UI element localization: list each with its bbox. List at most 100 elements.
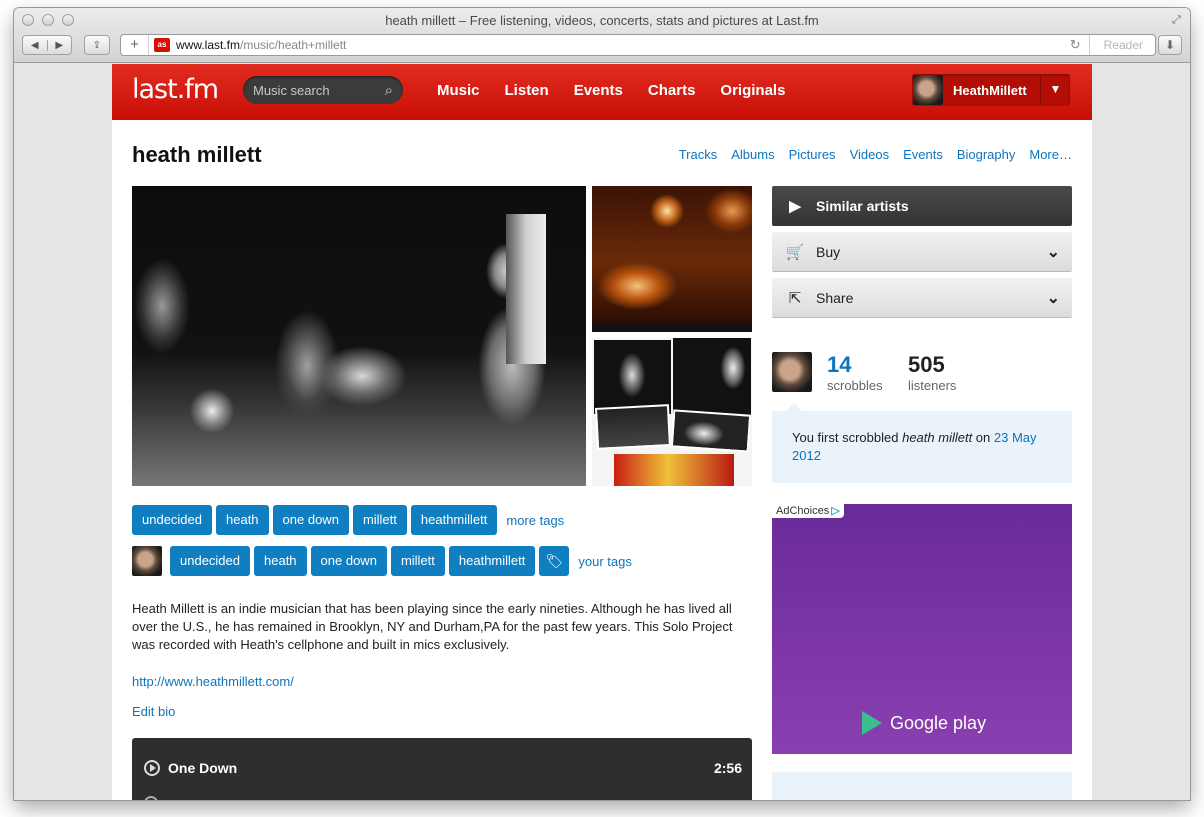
listening-stats: 14 scrobbles 505 listeners (772, 352, 1072, 412)
adchoices-badge[interactable]: AdChoices ▷ (772, 504, 844, 518)
artist-main-photo[interactable] (132, 186, 586, 486)
your-tags: undecided heath one down millett heathmi… (132, 546, 632, 576)
your-tag-one-down[interactable]: one down (310, 546, 387, 576)
track-player: One Down 2:56 (132, 738, 752, 800)
advertisement[interactable]: AdChoices ▷ Google play (772, 504, 1072, 754)
scrobbles-count[interactable]: 14 (827, 352, 883, 378)
tab-tracks[interactable]: Tracks (679, 147, 718, 162)
reader-button[interactable]: Reader (1088, 35, 1155, 55)
viewport: last.fm ⌕ Music Listen Events Charts Ori… (14, 64, 1190, 800)
google-play-label: Google play (890, 712, 987, 733)
artist-subnav: Tracks Albums Pictures Videos Events Bio… (679, 147, 1072, 162)
nav-originals[interactable]: Originals (720, 82, 785, 99)
scrobbles-stat[interactable]: 14 scrobbles (827, 352, 883, 393)
page: last.fm ⌕ Music Listen Events Charts Ori… (112, 64, 1092, 800)
avatar (132, 546, 162, 576)
user-name[interactable]: HeathMillett (953, 83, 1027, 98)
first-scrobble-artist: heath millett (902, 430, 973, 445)
tab-more[interactable]: More… (1029, 147, 1072, 162)
music-search: ⌕ (243, 76, 403, 104)
artist-photo-thumb-2[interactable] (592, 338, 752, 486)
listeners-count: 505 (908, 352, 945, 377)
tag-millett[interactable]: millett (352, 505, 407, 535)
chevron-down-icon: ⌄ (1046, 243, 1060, 261)
first-scrobble-prefix: You first scrobbled (792, 430, 903, 445)
fullscreen-icon[interactable]: ⤢ (1172, 14, 1184, 26)
cart-icon: 🛒 (785, 243, 805, 261)
nav-charts[interactable]: Charts (648, 82, 696, 99)
back-button[interactable]: ◀ (23, 39, 48, 51)
back-forward-buttons: ◀ ▶ (22, 35, 72, 55)
tag-heathmillett[interactable]: heathmillett (410, 505, 498, 535)
similar-artists-button[interactable]: ▶ Similar artists (772, 186, 1072, 226)
tab-biography[interactable]: Biography (957, 147, 1016, 162)
your-tag-millett[interactable]: millett (390, 546, 445, 576)
top-tags: undecided heath one down millett heathmi… (132, 505, 564, 535)
lastfm-logo[interactable]: last.fm (132, 74, 219, 105)
sidebar-lower-box (772, 772, 1072, 800)
google-play-icon (862, 711, 882, 735)
tag-icon[interactable]: 🏷 (539, 546, 570, 576)
nav-events[interactable]: Events (574, 82, 623, 99)
avatar[interactable] (772, 352, 812, 392)
site-header: last.fm ⌕ Music Listen Events Charts Ori… (112, 64, 1092, 120)
google-play-logo: Google play (862, 711, 986, 735)
lastfm-favicon: as (154, 38, 170, 52)
titlebar: heath millett – Free listening, videos, … (14, 8, 1190, 63)
track-title[interactable]: One Down (168, 760, 237, 776)
artist-photo-thumb-1[interactable] (592, 186, 752, 332)
window-title: heath millett – Free listening, videos, … (385, 13, 819, 28)
first-scrobble-note: You first scrobbled heath millett on 23 … (772, 403, 1072, 483)
more-tags-link[interactable]: more tags (506, 513, 564, 528)
tab-events[interactable]: Events (903, 147, 943, 162)
artist-website-link[interactable]: http://www.heathmillett.com/ (132, 674, 294, 689)
chevron-down-icon[interactable]: ▼ (1040, 74, 1070, 106)
scrobbles-label: scrobbles (827, 378, 883, 393)
tab-albums[interactable]: Albums (731, 147, 774, 162)
edit-bio-link[interactable]: Edit bio (132, 704, 175, 719)
tag-one-down[interactable]: one down (272, 505, 349, 535)
similar-artists-label: Similar artists (816, 198, 909, 214)
adchoices-label: AdChoices (776, 505, 830, 517)
url-path: /music/heath+millett (240, 38, 347, 52)
chevron-down-icon: ⌄ (1046, 289, 1060, 307)
play-icon[interactable] (144, 760, 160, 776)
track-duration: 2:56 (713, 760, 742, 776)
tab-pictures[interactable]: Pictures (789, 147, 836, 162)
user-menu[interactable]: HeathMillett ▼ (912, 74, 1070, 106)
your-tags-link[interactable]: your tags (578, 554, 631, 569)
search-input[interactable] (253, 82, 368, 98)
nav-music[interactable]: Music (437, 82, 480, 99)
browser-window: heath millett – Free listening, videos, … (14, 8, 1190, 800)
adchoices-icon: ▷ (831, 505, 840, 517)
share-button[interactable]: ⇱ Share ⌄ (772, 278, 1072, 318)
main-nav: Music Listen Events Charts Originals (437, 82, 785, 99)
share-icon: ⇱ (788, 289, 802, 307)
first-scrobble-mid: on (972, 430, 994, 445)
buy-button[interactable]: 🛒 Buy ⌄ (772, 232, 1072, 272)
search-icon[interactable]: ⌕ (385, 82, 393, 99)
address-bar[interactable]: + as www.last.fm /music/heath+millett ↻ … (120, 34, 1156, 56)
track-row[interactable]: One Down 2:56 (144, 760, 742, 776)
forward-button[interactable]: ▶ (48, 40, 72, 51)
tag-heath[interactable]: heath (216, 505, 269, 535)
listeners-stat: 505 listeners (908, 352, 956, 393)
add-bookmark-icon[interactable]: + (121, 35, 149, 55)
avatar (913, 75, 943, 105)
share-page-button[interactable]: ⇪ (84, 35, 110, 55)
share-label: Share (816, 289, 854, 306)
your-tag-heathmillett[interactable]: heathmillett (448, 546, 536, 576)
buy-label: Buy (816, 243, 841, 260)
reload-icon[interactable]: ↻ (1062, 37, 1089, 53)
play-icon[interactable] (144, 796, 158, 800)
page-title: heath millett (132, 142, 262, 167)
url-host: www.last.fm (176, 38, 241, 52)
tab-videos[interactable]: Videos (850, 147, 890, 162)
your-tag-undecided[interactable]: undecided (170, 546, 250, 576)
tag-undecided[interactable]: undecided (132, 505, 212, 535)
listeners-label: listeners (908, 378, 957, 393)
downloads-button[interactable]: ⬇ (1158, 35, 1182, 55)
play-icon: ▶ (789, 198, 801, 215)
your-tag-heath[interactable]: heath (254, 546, 307, 576)
nav-listen[interactable]: Listen (505, 82, 549, 99)
